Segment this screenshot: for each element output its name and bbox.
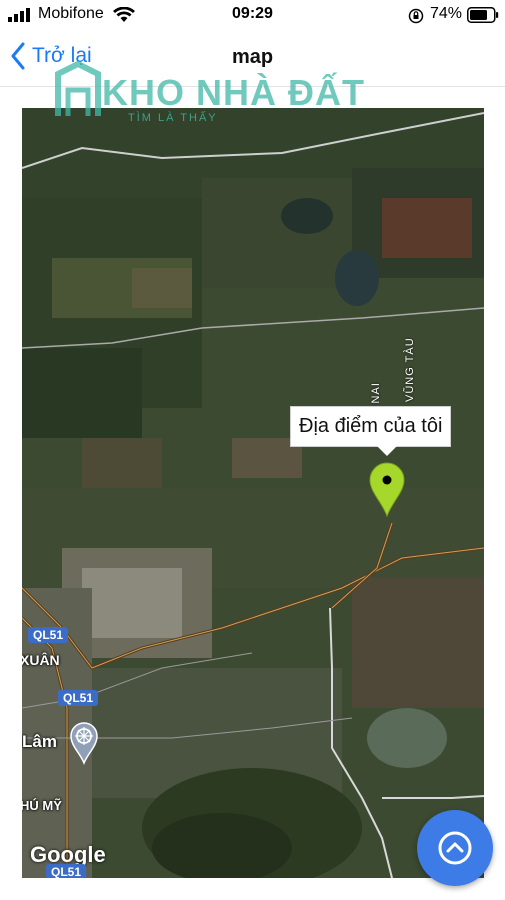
status-bar: Mobifone 09:29 74% [0, 0, 505, 30]
chevron-up-circle-icon [438, 831, 472, 865]
place-pin-icon[interactable] [69, 721, 99, 765]
map-label-phu-my: HÚ MỸ [22, 798, 62, 813]
satellite-map[interactable]: NG NAI VŨNG TÀU Địa điểm của tôi QL51 XU… [22, 108, 484, 878]
map-label-vung-tau: VŨNG TÀU [404, 337, 416, 402]
map-label-lam: Lâm [22, 732, 57, 751]
battery-percent: 74% [430, 5, 463, 22]
scroll-to-top-button[interactable] [417, 810, 493, 886]
watermark-brand-text: KHO NHÀ ĐẤT [102, 72, 365, 113]
road-shield-ql51: QL51 [46, 864, 87, 878]
orientation-lock-icon [408, 8, 424, 24]
map-label-xuan: XUÂN [22, 652, 60, 668]
road-shield-ql51: QL51 [58, 690, 99, 706]
marker-callout[interactable]: Địa điểm của tôi [290, 406, 452, 456]
page-title: map [231, 46, 274, 68]
battery-icon [467, 7, 499, 23]
road-shield-ql51: QL51 [28, 627, 69, 643]
location-marker-icon[interactable] [368, 462, 406, 518]
watermark-slogan: TÌM LÀ THẤY [128, 112, 218, 124]
